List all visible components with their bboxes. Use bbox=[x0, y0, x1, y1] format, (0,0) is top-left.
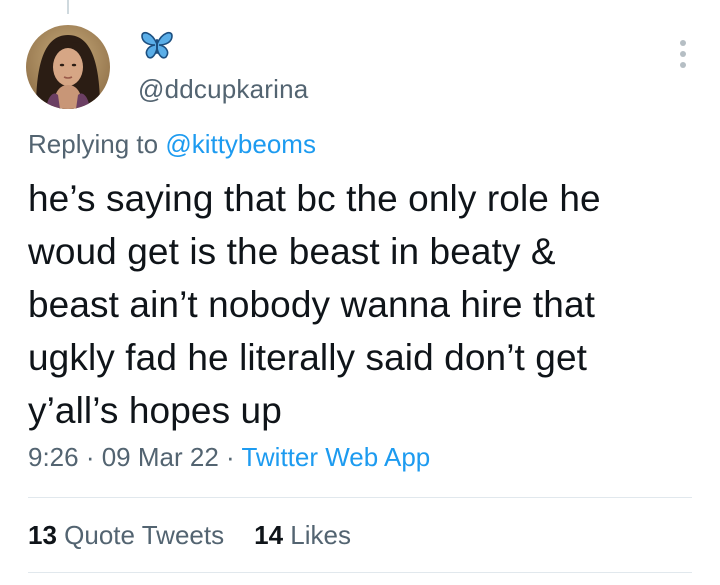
thread-line bbox=[67, 0, 69, 14]
quote-tweets-label: Quote Tweets bbox=[64, 520, 225, 550]
replying-to-mention[interactable]: @kittybeoms bbox=[165, 129, 316, 159]
likes-count: 14 bbox=[254, 520, 284, 550]
tweet-date[interactable]: 09 Mar 22 bbox=[102, 442, 219, 472]
meta-separator: · bbox=[218, 442, 242, 472]
user-handle[interactable]: @ddcupkarina bbox=[138, 74, 308, 105]
likes-label: Likes bbox=[290, 520, 351, 550]
engagement-stats: 13 Quote Tweets 14 Likes bbox=[28, 520, 351, 551]
divider bbox=[28, 497, 692, 498]
more-options-icon[interactable] bbox=[676, 40, 690, 68]
divider bbox=[28, 572, 692, 573]
avatar[interactable] bbox=[26, 25, 110, 109]
tweet-metadata: 9:26 · 09 Mar 22 · Twitter Web App bbox=[28, 442, 430, 473]
replying-to: Replying to @kittybeoms bbox=[28, 129, 316, 160]
butterfly-icon bbox=[140, 30, 174, 60]
tweet-source[interactable]: Twitter Web App bbox=[241, 442, 430, 472]
quote-tweets-stat[interactable]: 13 Quote Tweets bbox=[28, 520, 224, 550]
tweet-text: he’s saying that bc the only role he wou… bbox=[28, 178, 601, 431]
tweet-time[interactable]: 9:26 bbox=[28, 442, 79, 472]
likes-stat[interactable]: 14 Likes bbox=[254, 520, 351, 550]
avatar-image bbox=[26, 25, 110, 109]
meta-separator: · bbox=[78, 442, 102, 472]
quote-tweets-count: 13 bbox=[28, 520, 57, 550]
replying-to-label: Replying to bbox=[28, 129, 166, 159]
